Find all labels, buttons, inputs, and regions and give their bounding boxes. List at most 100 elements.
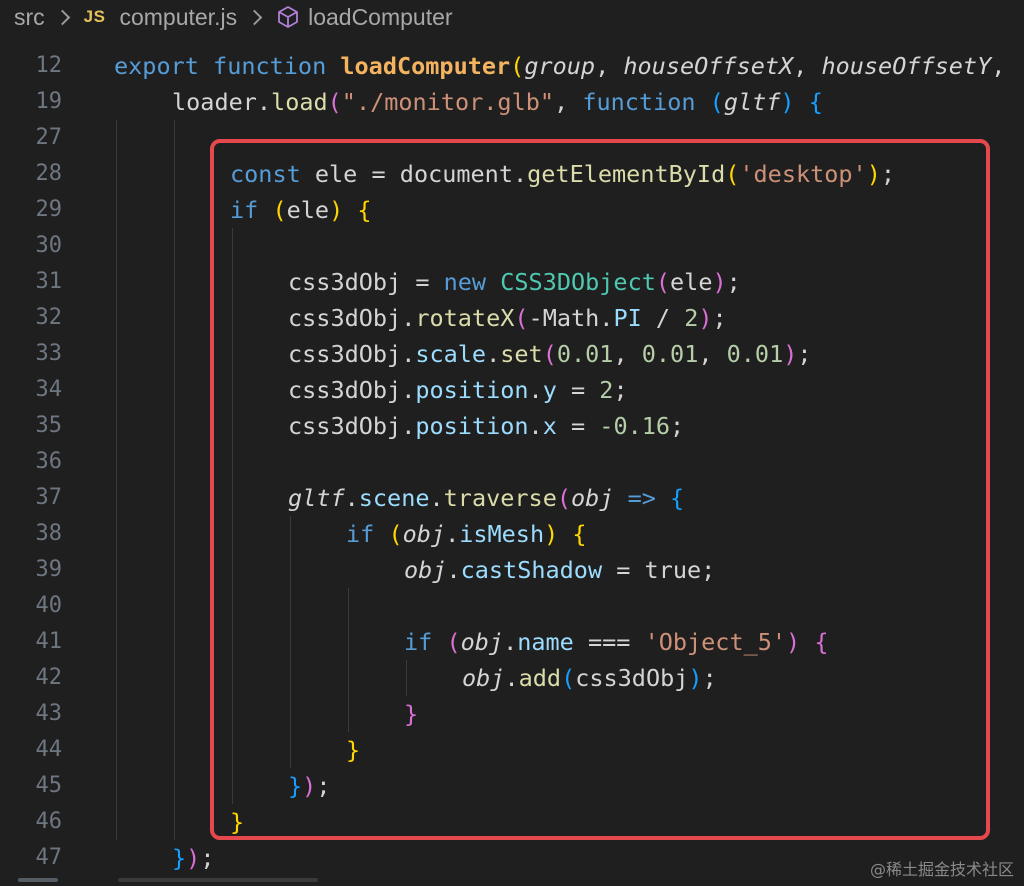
code-token: ( [446,628,461,656]
code-token: } [404,700,419,728]
line-number: 19 [35,89,63,114]
line-number: 33 [35,341,63,366]
code-token: . [401,340,416,368]
code-editor[interactable]: 12 export function loadComputer(group, ho… [0,48,1024,886]
code-text: obj.add(css3dObj); [462,660,717,696]
code-token: -Math [528,304,600,332]
code-token: ) [712,268,727,296]
indent-guide [232,228,233,804]
code-token: ) [302,772,317,800]
code-token: ) [866,160,881,188]
code-token: const [230,160,315,188]
code-line[interactable]: 35 css3dObj.position.x = -0.16; [0,408,1024,444]
code-line[interactable]: 38 if (obj.isMesh) { [0,516,1024,552]
code-token: { [808,88,823,116]
code-token: if [346,520,389,548]
code-token: ele [286,196,330,224]
code-text: }); [288,768,330,804]
code-line[interactable]: 44} [0,732,1024,768]
code-line[interactable]: 27 [0,120,1024,156]
code-token: ( [556,484,571,512]
code-token: ; [670,412,685,440]
code-token: } [230,808,245,836]
code-token: obj [404,556,447,584]
code-line[interactable]: 12 export function loadComputer(group, ho… [0,48,1024,84]
code-token: css3dObj [288,340,402,368]
code-token: rotateX [415,304,515,332]
method-cube-icon [276,5,300,29]
line-number: 35 [35,413,63,438]
code-token: ) [786,628,815,656]
code-token: 'Object_5' [644,628,787,656]
code-token: = [556,412,600,440]
code-token: . [528,376,543,404]
code-line[interactable]: 36 [0,444,1024,480]
code-token: add [518,664,562,692]
code-text: export function loadComputer(group, hous… [114,48,1005,84]
code-token: set [500,340,543,368]
code-token: obj [462,664,505,692]
code-line[interactable]: 37 gltf.scene.traverse(obj => { [0,480,1024,516]
code-text: if (obj.name === 'Object_5') { [404,624,829,660]
code-line[interactable]: 31 css3dObj = new CSS3DObject(ele); [0,264,1024,300]
code-token: x [542,412,557,440]
line-number: 12 [35,53,63,78]
code-token: ; [712,304,727,332]
breadcrumb-folder[interactable]: src [14,4,45,31]
code-line[interactable]: 29 if (ele) { [0,192,1024,228]
line-number: 42 [35,665,63,690]
code-token: ( [510,52,525,80]
code-line[interactable]: 45}); [0,768,1024,804]
code-line[interactable]: 41 if (obj.name === 'Object_5') { [0,624,1024,660]
code-token: . [486,340,501,368]
line-number: 38 [35,521,63,546]
code-token: === [573,628,645,656]
code-token: . [512,160,528,188]
code-token: ; [316,772,331,800]
breadcrumb-symbol[interactable]: loadComputer [276,4,453,31]
code-line[interactable]: 42 obj.add(css3dObj); [0,660,1024,696]
code-token: ; [200,844,215,872]
code-token: ( [388,520,403,548]
code-token: houseOffsetY [821,52,992,80]
code-line[interactable]: 40 [0,588,1024,624]
code-token: . [599,304,614,332]
code-line[interactable]: 30 [0,228,1024,264]
code-token: . [256,88,272,116]
code-token: obj [402,520,446,548]
code-token: css3dObj [288,304,402,332]
code-text: css3dObj.rotateX(-Math.PI / 2); [288,300,727,336]
code-token: gltf [723,88,781,116]
code-token: function [582,88,710,116]
code-token: ( [327,88,342,116]
code-token: if [230,196,273,224]
code-token: 'desktop' [739,160,867,188]
code-line[interactable]: 28 const ele = document.getElementById('d… [0,156,1024,192]
code-token: , [991,52,1006,80]
code-text: const ele = document.getElementById('des… [230,156,895,192]
code-line[interactable]: 43} [0,696,1024,732]
code-line[interactable]: 33 css3dObj.scale.set(0.01, 0.01, 0.01); [0,336,1024,372]
code-text: obj.castShadow = true; [404,552,715,588]
code-line[interactable]: 32 css3dObj.rotateX(-Math.PI / 2); [0,300,1024,336]
code-text: loader.load("./monitor.glb", function (g… [172,84,823,120]
code-line[interactable]: 34 css3dObj.position.y = 2; [0,372,1024,408]
code-text: }); [172,840,214,876]
code-token: 0.01 [556,340,614,368]
code-token: name [517,628,574,656]
breadcrumb-file-label: computer.js [119,3,238,30]
code-token: ele [314,160,358,188]
line-number: 29 [35,197,63,222]
code-line[interactable]: 46} [0,804,1024,840]
code-token: . [528,412,543,440]
code-token: obj [571,484,614,512]
code-token: if [404,628,447,656]
code-line[interactable]: 19 loader.load("./monitor.glb", function … [0,84,1024,120]
code-token: css3dObj [288,376,402,404]
code-token: ; [613,376,628,404]
code-line[interactable]: 39 obj.castShadow = true; [0,552,1024,588]
breadcrumb-file[interactable]: JS computer.js [84,4,237,31]
code-token: isMesh [459,520,545,548]
indent-guide [290,516,291,768]
code-token: position [415,376,529,404]
